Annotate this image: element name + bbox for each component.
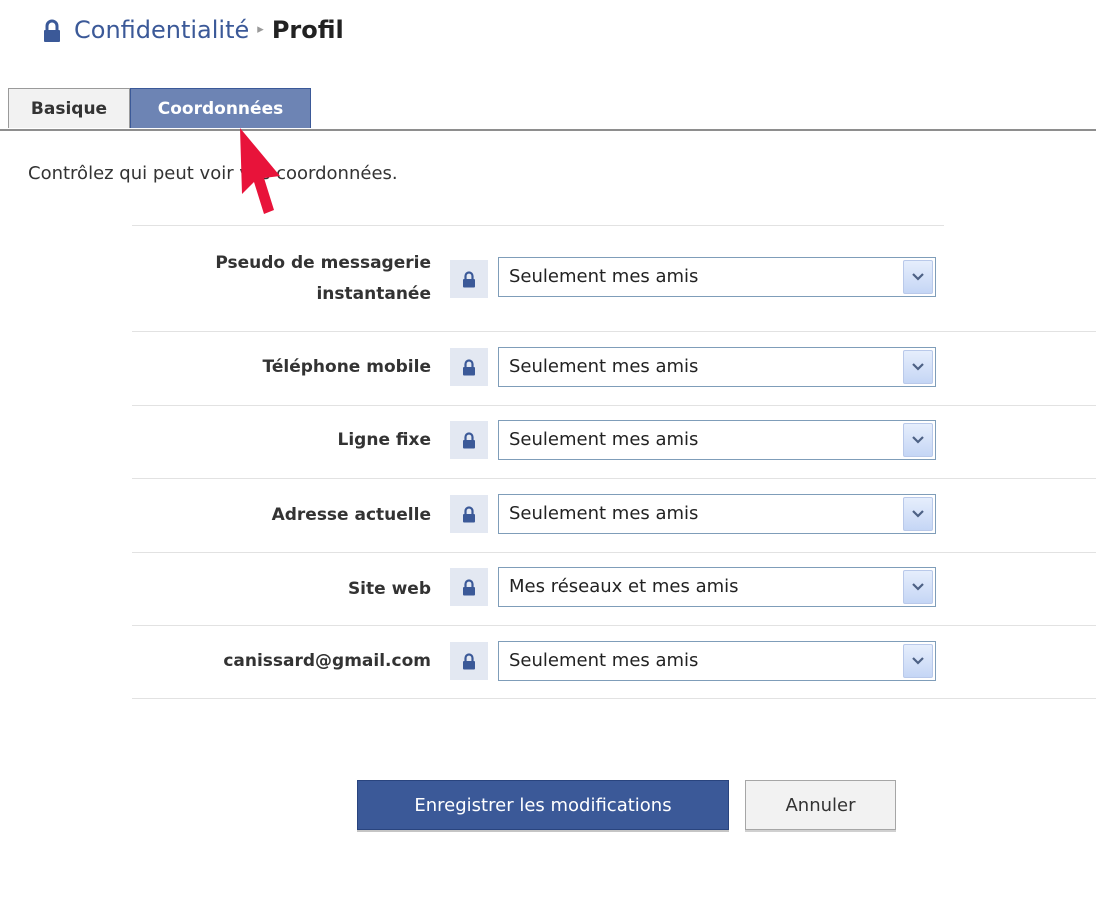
setting-row-mobile-phone: Téléphone mobile Seulement mes amis bbox=[132, 332, 1096, 406]
privacy-select[interactable]: Mes réseaux et mes amis bbox=[498, 567, 936, 607]
chevron-down-icon[interactable] bbox=[903, 423, 933, 457]
breadcrumb-link-privacy[interactable]: Confidentialité bbox=[74, 16, 249, 44]
cancel-button[interactable]: Annuler bbox=[745, 780, 896, 830]
lock-icon bbox=[42, 17, 64, 43]
setting-label: Adresse actuelle bbox=[271, 505, 431, 525]
setting-row-website: Site web Mes réseaux et mes amis bbox=[132, 553, 1096, 626]
privacy-lock-icon[interactable] bbox=[450, 421, 488, 459]
breadcrumb: Confidentialité ▸ Profil bbox=[42, 12, 344, 48]
setting-label-line1: Pseudo de messagerie bbox=[215, 253, 431, 273]
setting-label: Téléphone mobile bbox=[262, 357, 431, 377]
privacy-select-value: Seulement mes amis bbox=[509, 650, 699, 671]
privacy-select[interactable]: Seulement mes amis bbox=[498, 494, 936, 534]
intro-text: Contrôlez qui peut voir vos coordonnées. bbox=[28, 163, 398, 184]
red-arrow-pointer-icon bbox=[240, 128, 280, 214]
chevron-down-icon[interactable] bbox=[903, 570, 933, 604]
privacy-lock-icon[interactable] bbox=[450, 568, 488, 606]
setting-label: Site web bbox=[347, 579, 431, 599]
privacy-lock-icon[interactable] bbox=[450, 495, 488, 533]
chevron-down-icon[interactable] bbox=[903, 644, 933, 678]
tab-coordonnees[interactable]: Coordonnées bbox=[130, 88, 311, 128]
privacy-lock-icon[interactable] bbox=[450, 642, 488, 680]
privacy-lock-icon[interactable] bbox=[450, 348, 488, 386]
setting-row-email: canissard@gmail.com Seulement mes amis bbox=[132, 626, 1096, 699]
tab-basique[interactable]: Basique bbox=[8, 88, 130, 128]
setting-label: Ligne fixe bbox=[337, 430, 431, 450]
setting-label: canissard@gmail.com bbox=[223, 651, 431, 671]
privacy-select-value: Seulement mes amis bbox=[509, 429, 699, 450]
chevron-down-icon[interactable] bbox=[903, 260, 933, 294]
setting-label: Pseudo de messagerie instantanée bbox=[215, 248, 431, 310]
tabs-divider bbox=[0, 129, 1096, 131]
privacy-select[interactable]: Seulement mes amis bbox=[498, 347, 936, 387]
save-button[interactable]: Enregistrer les modifications bbox=[357, 780, 729, 830]
privacy-select[interactable]: Seulement mes amis bbox=[498, 257, 936, 297]
privacy-select-value: Mes réseaux et mes amis bbox=[509, 576, 739, 597]
chevron-down-icon[interactable] bbox=[903, 350, 933, 384]
privacy-select[interactable]: Seulement mes amis bbox=[498, 641, 936, 681]
page-title: Profil bbox=[271, 16, 344, 44]
setting-row-landline: Ligne fixe Seulement mes amis bbox=[132, 406, 1096, 479]
setting-row-current-address: Adresse actuelle Seulement mes amis bbox=[132, 479, 1096, 553]
privacy-select-value: Seulement mes amis bbox=[509, 503, 699, 524]
setting-row-im-screenname: Pseudo de messagerie instantanée Seuleme… bbox=[132, 226, 1096, 332]
privacy-select-value: Seulement mes amis bbox=[509, 266, 699, 287]
setting-label-line2: instantanée bbox=[316, 284, 431, 304]
privacy-lock-icon[interactable] bbox=[450, 260, 488, 298]
breadcrumb-separator: ▸ bbox=[257, 21, 264, 37]
chevron-down-icon[interactable] bbox=[903, 497, 933, 531]
privacy-select-value: Seulement mes amis bbox=[509, 356, 699, 377]
privacy-select[interactable]: Seulement mes amis bbox=[498, 420, 936, 460]
